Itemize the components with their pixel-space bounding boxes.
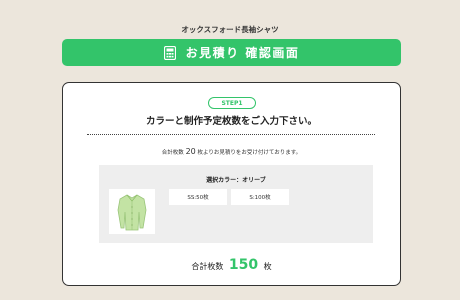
total-value: 150 — [228, 257, 259, 273]
estimate-banner: お見積り 確認画面 — [62, 39, 401, 66]
total-suffix: 枚 — [263, 262, 272, 271]
total-prefix: 合計枚数 — [191, 262, 224, 271]
shirt-thumbnail[interactable] — [109, 189, 155, 234]
banner-title: お見積り 確認画面 — [185, 46, 300, 60]
note-count: 20 — [185, 147, 196, 156]
selected-color-label: 選択カラー：オリーブ — [206, 177, 266, 184]
step-heading: カラーと制作予定枚数をご入力下さい。 — [145, 116, 317, 127]
shirt-icon — [117, 194, 147, 230]
step-badge: STEP1 — [208, 97, 256, 109]
size-ss-quantity[interactable]: SS:50枚 — [169, 189, 227, 205]
calculator-icon — [163, 45, 176, 60]
product-title: オックスフォード長袖シャツ — [181, 25, 279, 34]
step-card: STEP1 カラーと制作予定枚数をご入力下さい。 合計枚数 20 枚よりお見積り… — [62, 82, 401, 286]
color-selection-panel: 選択カラー：オリーブ SS:50枚 S:100枚 — [99, 165, 373, 243]
note-prefix: 合計枚数 — [161, 150, 184, 156]
minimum-order-note: 合計枚数 20 枚よりお見積りをお受け付けております。 — [63, 147, 400, 156]
size-s-quantity[interactable]: S:100枚 — [231, 189, 289, 205]
note-suffix: 枚よりお見積りをお受け付けております。 — [197, 150, 302, 156]
divider — [87, 134, 375, 135]
total-quantity: 合計枚数 150 枚 — [63, 257, 400, 273]
